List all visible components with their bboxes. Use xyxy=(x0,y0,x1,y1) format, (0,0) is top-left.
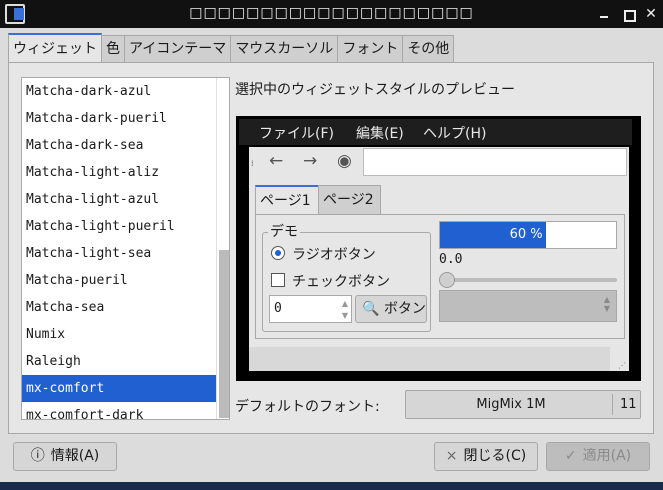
preview-label: 選択中のウィジェットスタイルのプレビュー xyxy=(235,82,515,98)
info-icon: ⓘ xyxy=(30,448,45,464)
theme-list-item[interactable]: Matcha-light-azul xyxy=(22,186,216,213)
scale-knob[interactable] xyxy=(439,272,455,288)
close-button-label: 閉じる(C) xyxy=(463,448,527,464)
theme-list-item[interactable]: Matcha-sea xyxy=(22,294,216,321)
theme-list[interactable]: Matcha-dark-azul Matcha-dark-pueril Matcha… xyxy=(21,77,230,420)
tab-icon-theme[interactable]: アイコンテーマ xyxy=(124,35,232,62)
scrollbar-thumb[interactable] xyxy=(219,250,229,418)
preview-tab-page1[interactable]: ページ1 xyxy=(255,185,319,215)
window-title: □□□□□□□□□□□□□□□□□□□□ xyxy=(189,5,474,21)
toolbar-grip-icon: ⁞ xyxy=(251,159,254,168)
spin-button[interactable]: 0 ▲ ▼ xyxy=(269,295,352,323)
preview-entry[interactable] xyxy=(363,148,627,176)
close-button[interactable]: × 閉じる(C) xyxy=(434,442,538,471)
preview-button[interactable]: 🔍 ボタン xyxy=(355,295,427,323)
preview-button-label: ボタン xyxy=(383,301,426,317)
apply-button-label: 適用(A) xyxy=(582,448,632,464)
checkmark-icon: ✓ xyxy=(564,448,577,464)
close-x-icon: × xyxy=(445,448,458,464)
theme-list-item[interactable]: Raleigh xyxy=(22,348,216,375)
spin-up-icon[interactable]: ▲ xyxy=(342,299,348,308)
disabled-combo: ▲ ▼ xyxy=(439,290,617,322)
default-font-label: デフォルトのフォント: xyxy=(235,399,380,415)
preview-tab-frame: ラジオボタン チェックボタン 0 ▲ ▼ 🔍 ボタン デモ 60 % 0.0 ▲… xyxy=(255,214,625,339)
font-chooser-button[interactable]: MigMix 1M 11 xyxy=(405,390,641,419)
preview-statusbar xyxy=(249,347,610,371)
check-label: チェックボタン xyxy=(292,274,390,290)
theme-list-item[interactable]: Matcha-dark-azul xyxy=(22,78,216,105)
theme-list-item[interactable]: Matcha-light-pueril xyxy=(22,213,216,240)
tab-other[interactable]: その他 xyxy=(402,35,455,62)
preview-content: ⁞ ← → ◉ ページ1 ページ2 ラジオボタン チェックボタン 0 ▲ ▼ 🔍 xyxy=(249,147,629,371)
preview-menu-edit[interactable]: 編集(E) xyxy=(356,123,404,143)
theme-list-item[interactable]: Numix xyxy=(22,321,216,348)
scale-value: 0.0 xyxy=(439,252,463,267)
minimize-icon[interactable] xyxy=(597,7,611,21)
scale-track[interactable] xyxy=(446,278,617,282)
radio-label: ラジオボタン xyxy=(292,247,376,263)
forward-arrow-icon[interactable]: → xyxy=(303,151,317,171)
theme-preview: ファイル(F) 編集(E) ヘルプ(H) ⁞ ← → ◉ ページ1 ページ2 ラ… xyxy=(236,116,641,381)
maximize-icon[interactable] xyxy=(621,7,636,22)
radio-button[interactable] xyxy=(271,246,285,260)
progress-bar: 60 % xyxy=(439,221,617,249)
stop-record-icon[interactable]: ◉ xyxy=(337,151,352,171)
theme-list-scrollbar[interactable] xyxy=(216,78,229,419)
theme-list-item[interactable]: mx-comfort-dark xyxy=(22,402,216,419)
preview-menubar: ファイル(F) 編集(E) ヘルプ(H) xyxy=(239,119,632,145)
spin-down-icon[interactable]: ▼ xyxy=(342,311,348,320)
tab-color[interactable]: 色 xyxy=(101,35,125,62)
theme-list-item[interactable]: Matcha-dark-pueril xyxy=(22,105,216,132)
theme-list-item[interactable]: Matcha-pueril xyxy=(22,267,216,294)
apply-button[interactable]: ✓ 適用(A) xyxy=(546,442,650,471)
info-button[interactable]: ⓘ 情報(A) xyxy=(13,442,117,471)
theme-list-item[interactable]: Matcha-light-sea xyxy=(22,240,216,267)
window-titlebar: □□□□□□□□□□□□□□□□□□□□ ✕ xyxy=(0,0,663,28)
spin-value: 0 xyxy=(274,301,282,316)
tab-font[interactable]: フォント xyxy=(337,35,404,62)
theme-list-item[interactable]: Matcha-dark-sea xyxy=(22,132,216,159)
progress-fill: 60 % xyxy=(440,222,546,248)
resize-grip-icon: ⋰ xyxy=(618,361,626,370)
desktop-strip xyxy=(0,482,663,490)
theme-list-item[interactable]: Matcha-light-aliz xyxy=(22,159,216,186)
preview-tab-page2[interactable]: ページ2 xyxy=(318,185,381,215)
font-size: 11 xyxy=(612,394,637,415)
preview-menu-file[interactable]: ファイル(F) xyxy=(259,123,334,143)
font-name: MigMix 1M xyxy=(476,397,546,412)
combo-arrows-icon: ▲ ▼ xyxy=(603,295,610,313)
check-button[interactable] xyxy=(271,273,285,287)
demo-frame-label: デモ xyxy=(268,221,300,241)
tab-mouse-cursor[interactable]: マウスカーソル xyxy=(230,35,339,62)
demo-frame: ラジオボタン チェックボタン 0 ▲ ▼ 🔍 ボタン xyxy=(262,232,431,332)
search-icon: 🔍 xyxy=(362,301,380,317)
close-window-icon[interactable]: ✕ xyxy=(644,7,658,21)
info-button-label: 情報(A) xyxy=(50,448,100,464)
theme-list-item[interactable]: mx-comfort xyxy=(22,375,216,402)
back-arrow-icon[interactable]: ← xyxy=(269,151,283,171)
tab-bar: ウィジェット 色 アイコンテーマ マウスカーソル フォント その他 xyxy=(8,33,455,63)
preview-menu-help[interactable]: ヘルプ(H) xyxy=(423,123,486,143)
tab-widget[interactable]: ウィジェット xyxy=(8,33,102,62)
